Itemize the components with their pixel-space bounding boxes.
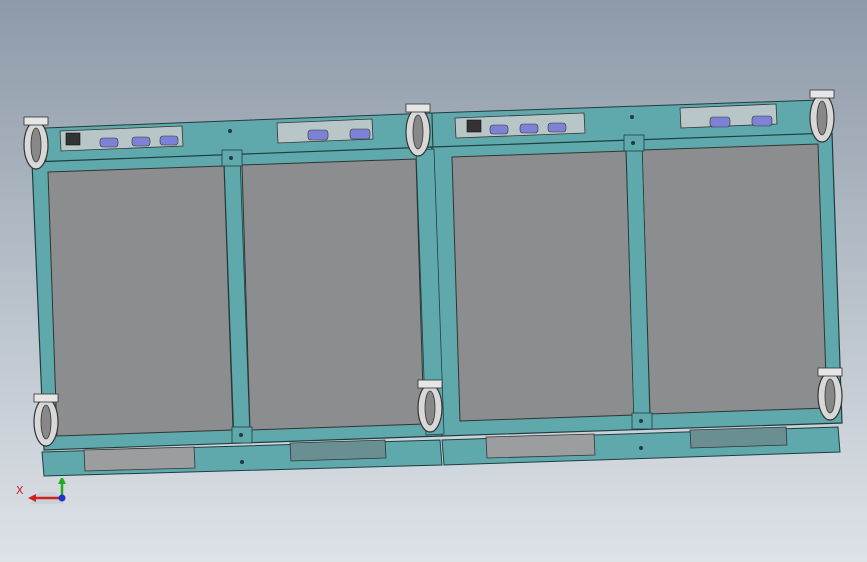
- roller: [709, 116, 731, 128]
- roller: [99, 137, 119, 148]
- cad-viewport[interactable]: X: [0, 0, 867, 562]
- x-axis-arrowhead: [28, 494, 36, 502]
- panel-2: [241, 158, 425, 431]
- bolt: [228, 129, 232, 133]
- caster-wheel: [23, 116, 49, 170]
- bottom-roller-track-1: [289, 439, 387, 462]
- roller: [307, 129, 329, 141]
- caster-wheel: [809, 89, 835, 143]
- bolt: [639, 419, 643, 423]
- roller: [159, 135, 179, 146]
- roller: [751, 115, 773, 127]
- orientation-triad[interactable]: X: [12, 478, 82, 518]
- drive-gear: [65, 132, 81, 146]
- panel-1: [47, 165, 234, 437]
- panel-3: [451, 150, 635, 422]
- bolt: [639, 446, 643, 450]
- y-axis-arrowhead: [58, 478, 66, 484]
- caster-wheel: [33, 393, 59, 447]
- roller: [489, 124, 509, 135]
- bottom-recess-1: [83, 446, 196, 472]
- bolt: [229, 156, 233, 160]
- z-axis-dot: [58, 494, 66, 502]
- caster-wheel: [417, 379, 443, 433]
- roller: [519, 123, 539, 134]
- panel-4: [641, 143, 828, 415]
- bottom-roller-track-2: [689, 426, 788, 449]
- bolt: [239, 433, 243, 437]
- roller: [547, 122, 567, 133]
- bottom-recess-2: [485, 433, 596, 459]
- frame-assembly-model[interactable]: [0, 0, 867, 562]
- drive-gear: [466, 119, 482, 133]
- bolt: [630, 115, 634, 119]
- bolt: [240, 460, 244, 464]
- caster-wheel: [405, 103, 431, 157]
- x-axis-label: X: [16, 484, 24, 497]
- caster-wheel: [817, 367, 843, 421]
- bolt: [631, 141, 635, 145]
- roller: [349, 128, 371, 140]
- roller: [131, 136, 151, 147]
